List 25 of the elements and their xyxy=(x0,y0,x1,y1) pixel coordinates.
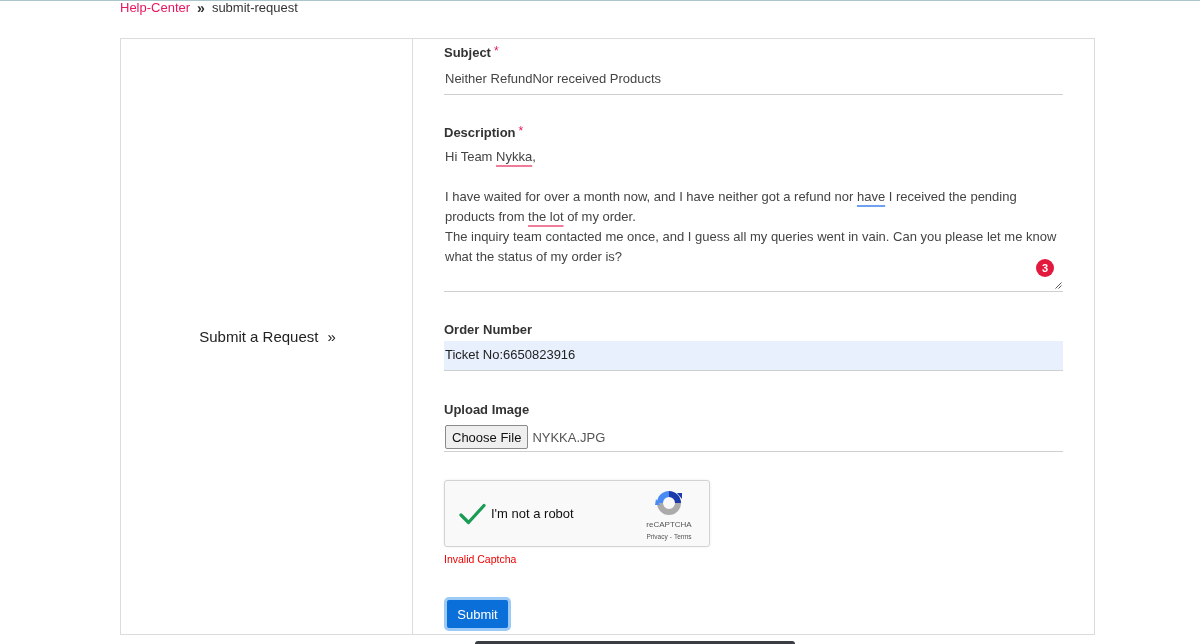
field-label: Order Number xyxy=(444,321,533,339)
field-label: Upload Image xyxy=(444,401,530,419)
file-input[interactable]: Choose File NYKKA.JPG xyxy=(444,423,1063,452)
sidebar-title[interactable]: Submit a Request xyxy=(199,328,319,345)
double-arrow: » xyxy=(327,328,336,345)
resize-handle-icon[interactable] xyxy=(1055,282,1062,289)
breadcrumb-link[interactable]: Help-Center xyxy=(120,1,191,15)
captcha-label: I'm not a robot xyxy=(491,506,575,521)
text-input[interactable]: Neither RefundNor received Products xyxy=(444,66,1063,95)
checkmark-icon[interactable] xyxy=(459,502,486,525)
captcha-brand: reCAPTCHA xyxy=(646,520,692,530)
error-message: Invalid Captcha xyxy=(444,553,518,566)
field-label: Description xyxy=(444,124,516,142)
required-mark: * xyxy=(518,124,524,138)
breadcrumb-current: submit-request xyxy=(211,1,298,15)
issue-count-badge[interactable]: 3 xyxy=(1036,259,1054,277)
required-mark: * xyxy=(493,44,499,58)
submit-button[interactable]: Submit xyxy=(444,597,511,631)
choose-file-button[interactable]: Choose File xyxy=(445,425,529,449)
file-name: NYKKA.JPG xyxy=(532,429,606,445)
breadcrumb-separator: » xyxy=(196,1,206,15)
text-input[interactable]: Ticket No:6650823916 xyxy=(444,341,1063,371)
recaptcha-logo-icon xyxy=(655,489,683,517)
description-textarea[interactable]: Hi Team Nykka, I have waited for over a month now, and I have neither got a refund nor have I received the pending products from the lot of my order. The inquiry team contacted me once, and I guess all my queries went in vain. Can you please let me know what the status of my order is? 3 xyxy=(444,147,1063,292)
field-label: Subject xyxy=(444,44,491,62)
